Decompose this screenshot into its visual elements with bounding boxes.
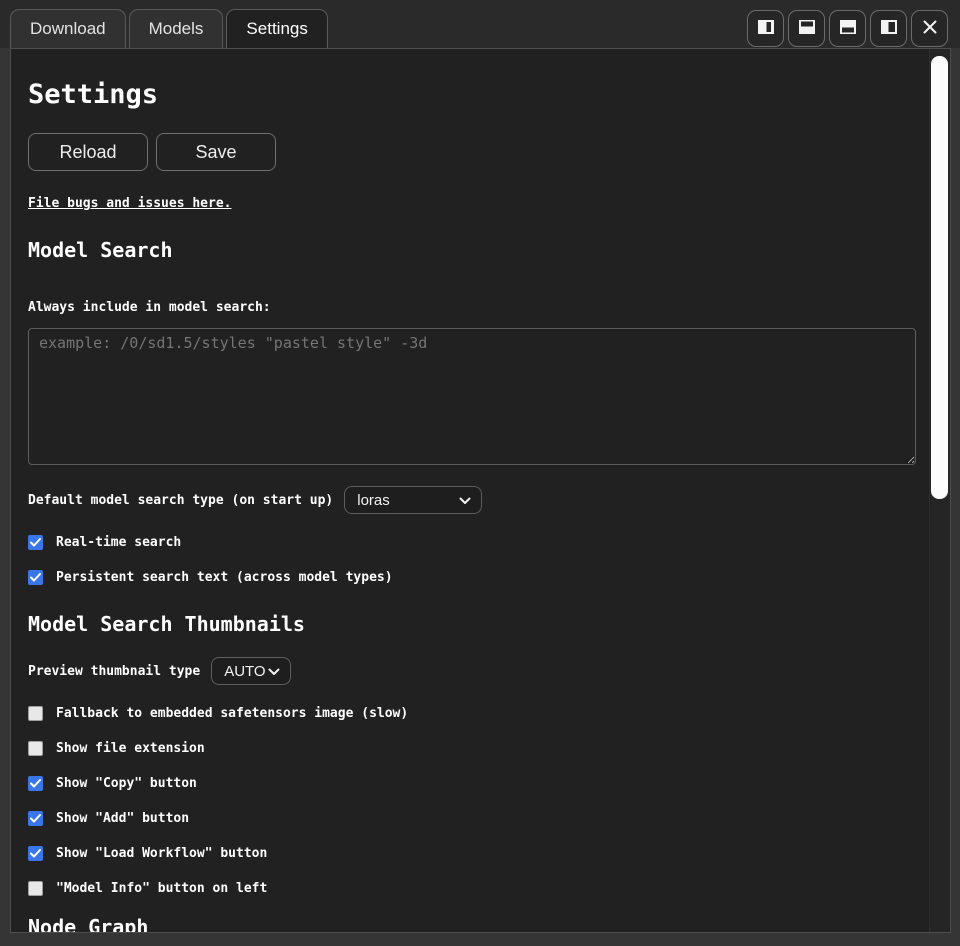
checkbox-label: Show file extension xyxy=(56,741,205,756)
save-button[interactable]: Save xyxy=(156,133,276,171)
dock-bottom-button[interactable] xyxy=(829,10,866,47)
dock-right-button[interactable] xyxy=(870,10,907,47)
persistent-search-checkbox[interactable] xyxy=(28,570,43,585)
close-icon xyxy=(922,19,938,38)
always-include-label: Always include in model search: xyxy=(28,300,910,315)
realtime-search-checkbox[interactable] xyxy=(28,535,43,550)
tab-models[interactable]: Models xyxy=(129,9,224,48)
default-search-type-value: loras xyxy=(357,492,390,509)
window-controls xyxy=(747,10,948,47)
preview-thumbnail-type-label: Preview thumbnail type xyxy=(28,664,200,679)
reload-button[interactable]: Reload xyxy=(28,133,148,171)
checkbox-label: "Model Info" button on left xyxy=(56,881,267,896)
checkbox-label: Persistent search text (across model typ… xyxy=(56,570,393,585)
checkbox-row-show-load-workflow-button: Show "Load Workflow" button xyxy=(28,844,910,862)
checkbox-label: Show "Add" button xyxy=(56,811,189,826)
checkbox-row-fallback-safetensors: Fallback to embedded safetensors image (… xyxy=(28,704,910,722)
checkbox-row-model-info-left: "Model Info" button on left xyxy=(28,879,910,897)
dock-top-button[interactable] xyxy=(788,10,825,47)
always-include-textarea[interactable] xyxy=(28,328,916,465)
model-info-left-checkbox[interactable] xyxy=(28,881,43,896)
thumbnails-heading: Model Search Thumbnails xyxy=(28,612,910,636)
show-load-workflow-checkbox[interactable] xyxy=(28,846,43,861)
top-bar: Download Models Settings xyxy=(0,0,960,48)
checkbox-row-show-copy-button: Show "Copy" button xyxy=(28,774,910,792)
dock-right-icon xyxy=(880,19,898,38)
preview-thumbnail-type-value: AUTO xyxy=(224,663,265,680)
settings-toolbar: Reload Save xyxy=(28,133,910,171)
checkbox-row-realtime-search: Real-time search xyxy=(28,533,910,551)
chevron-down-icon xyxy=(268,663,280,680)
close-button[interactable] xyxy=(911,10,948,47)
show-file-extension-checkbox[interactable] xyxy=(28,741,43,756)
show-add-button-checkbox[interactable] xyxy=(28,811,43,826)
dock-left-icon xyxy=(757,19,775,38)
page-title: Settings xyxy=(28,79,910,110)
checkbox-label: Real-time search xyxy=(56,535,181,550)
fallback-safetensors-checkbox[interactable] xyxy=(28,706,43,721)
vertical-scrollbar-track[interactable] xyxy=(929,49,950,932)
dock-left-button[interactable] xyxy=(747,10,784,47)
checkbox-row-persistent-search: Persistent search text (across model typ… xyxy=(28,568,910,586)
tab-settings[interactable]: Settings xyxy=(226,9,327,48)
file-bugs-link[interactable]: File bugs and issues here. xyxy=(28,196,232,211)
default-search-type-select[interactable]: loras xyxy=(344,486,482,514)
checkbox-label: Show "Load Workflow" button xyxy=(56,846,267,861)
dock-bottom-icon xyxy=(839,19,857,38)
checkbox-label: Show "Copy" button xyxy=(56,776,197,791)
checkbox-row-show-add-button: Show "Add" button xyxy=(28,809,910,827)
preview-thumbnail-type-select[interactable]: AUTO xyxy=(211,657,291,685)
preview-thumbnail-type-row: Preview thumbnail type AUTO xyxy=(28,657,910,685)
vertical-scrollbar-thumb[interactable] xyxy=(931,56,948,499)
checkbox-row-show-file-extension: Show file extension xyxy=(28,739,910,757)
dock-top-icon xyxy=(798,19,816,38)
tab-strip: Download Models Settings xyxy=(10,9,328,48)
checkbox-label: Fallback to embedded safetensors image (… xyxy=(56,706,408,721)
chevron-down-icon xyxy=(459,492,471,509)
model-search-heading: Model Search xyxy=(28,238,910,262)
tab-download[interactable]: Download xyxy=(10,9,126,48)
node-graph-heading: Node Graph xyxy=(28,915,910,933)
settings-panel: Settings Reload Save File bugs and issue… xyxy=(10,48,951,933)
default-search-type-label: Default model search type (on start up) xyxy=(28,493,333,508)
show-copy-button-checkbox[interactable] xyxy=(28,776,43,791)
default-search-type-row: Default model search type (on start up) … xyxy=(28,486,910,514)
